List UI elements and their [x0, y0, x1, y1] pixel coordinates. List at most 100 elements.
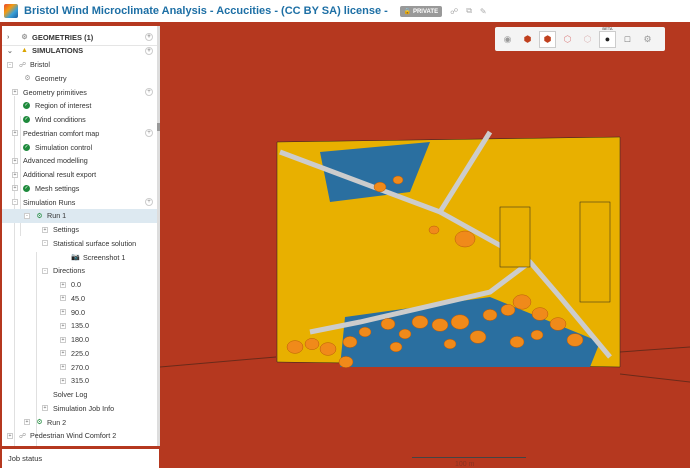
add-icon[interactable]: +: [145, 33, 153, 41]
tree-item-label: Solver Log: [53, 390, 88, 399]
wireframe-icon[interactable]: ⬡: [559, 31, 576, 48]
tree-canopy: [358, 326, 372, 338]
tree-canopy: [549, 317, 567, 331]
expand-toggle[interactable]: +: [12, 157, 18, 164]
add-icon[interactable]: +: [145, 88, 153, 96]
check-icon: ✓: [23, 102, 30, 110]
expand-toggle[interactable]: +: [42, 226, 48, 233]
edit-icon[interactable]: ✎: [480, 7, 487, 16]
tree-item[interactable]: - Simulation Runs +: [2, 195, 157, 209]
tree-item[interactable]: + ⚙ Run 2: [2, 415, 157, 429]
job-status-panel[interactable]: Job status: [2, 449, 159, 468]
expand-toggle[interactable]: -: [42, 240, 48, 247]
tree-item[interactable]: +135.0: [2, 319, 157, 333]
expand-toggle[interactable]: +: [60, 322, 66, 329]
tree-item[interactable]: 📷 Screenshot 1: [2, 250, 157, 264]
expand-toggle[interactable]: +: [60, 364, 66, 370]
expand-toggle[interactable]: +: [60, 350, 66, 357]
expand-toggle[interactable]: +: [12, 185, 18, 192]
camera-icon: 📷: [71, 254, 80, 261]
tree-item-label: Advanced modelling: [23, 156, 88, 166]
expand-toggle[interactable]: -: [12, 199, 18, 205]
expand-toggle[interactable]: +: [24, 419, 30, 425]
tree-item[interactable]: + ✓ Mesh settings: [2, 181, 157, 195]
tree-item[interactable]: + Geometry primitives +: [2, 85, 157, 99]
tree-item[interactable]: ⚙ Geometry: [2, 71, 157, 85]
3d-viewport[interactable]: [160, 22, 690, 468]
settings-icon[interactable]: ⚙: [639, 31, 656, 48]
tree-item[interactable]: +45.0: [2, 291, 157, 305]
expand-toggle[interactable]: -: [42, 267, 48, 274]
tree-item[interactable]: + Advanced modelling: [2, 154, 157, 168]
tree-item[interactable]: + Additional result export: [2, 168, 157, 182]
expand-toggle[interactable]: +: [12, 130, 18, 137]
expand-toggle[interactable]: +: [60, 295, 66, 302]
tree-item[interactable]: +180.0: [2, 333, 157, 347]
tree-item[interactable]: - ☍ Bristol: [2, 58, 157, 72]
tree-canopy: [469, 330, 487, 344]
reset-view-icon[interactable]: ◉: [499, 31, 516, 48]
tree-item[interactable]: + ☍ Pedestrian Wind Comfort 2: [2, 429, 157, 443]
tree-item-label: Bristol: [30, 60, 50, 69]
tree-scrollbar[interactable]: [157, 26, 160, 446]
tree-canopy: [500, 304, 516, 316]
chevron-icon[interactable]: ⌄: [7, 47, 15, 55]
tree-item[interactable]: - Statistical surface solution: [2, 236, 157, 250]
copy-icon[interactable]: ⧉: [466, 6, 472, 16]
tree-item-label: Simulation Runs: [23, 197, 76, 207]
tree-item[interactable]: › ⚙ GEOMETRIES (1) +: [2, 30, 157, 44]
tree-canopy: [566, 333, 584, 347]
tree-item-label: 45.0: [71, 293, 85, 303]
expand-toggle[interactable]: +: [12, 171, 18, 178]
tree-canopy: [428, 225, 440, 235]
tree-item[interactable]: + Settings: [2, 223, 157, 237]
tree-item-label: Mesh settings: [35, 183, 80, 193]
probe-point-icon[interactable]: BETA ●: [599, 26, 616, 48]
expand-toggle[interactable]: +: [60, 336, 66, 343]
simulation-icon: ☍: [18, 432, 27, 440]
chevron-icon[interactable]: ›: [7, 34, 15, 41]
expand-toggle[interactable]: +: [60, 309, 66, 315]
expand-toggle[interactable]: +: [7, 432, 13, 439]
tree-item[interactable]: +315.0: [2, 374, 157, 388]
expand-toggle[interactable]: +: [60, 377, 66, 384]
solid-view-icon[interactable]: ⬢: [519, 31, 536, 48]
tree-item-label: Run 1: [47, 211, 67, 221]
tree-canopy: [512, 294, 532, 310]
tree-item[interactable]: ✓ Region of interest: [2, 99, 157, 113]
tree-canopy: [389, 341, 403, 353]
expand-toggle[interactable]: -: [24, 212, 30, 219]
tree-item[interactable]: +90.0: [2, 305, 157, 319]
share-icon[interactable]: ☍: [450, 7, 458, 16]
add-icon[interactable]: +: [145, 198, 153, 206]
tree-canopy: [509, 336, 525, 348]
tree-item-label: 90.0: [71, 307, 85, 317]
tree-item[interactable]: ✓ Wind conditions: [2, 113, 157, 127]
scale-label: 100 m: [455, 461, 475, 468]
expand-toggle[interactable]: +: [60, 281, 66, 288]
app-logo[interactable]: [4, 4, 18, 18]
tree-item[interactable]: Solver Log: [2, 388, 157, 402]
solid-edges-view-icon[interactable]: ⬢: [539, 30, 556, 48]
box-select-icon[interactable]: □: [619, 31, 636, 48]
tree-item[interactable]: + Pedestrian comfort map +: [2, 126, 157, 140]
transparent-icon[interactable]: ⬡: [579, 31, 596, 48]
tree-item-label: Geometry primitives: [23, 87, 87, 97]
run-gears-icon: ⚙: [36, 212, 43, 220]
expand-toggle[interactable]: +: [42, 405, 48, 412]
add-icon[interactable]: +: [145, 46, 153, 55]
tree-item[interactable]: + Simulation Job Info: [2, 401, 157, 415]
tree-item[interactable]: ⌄ ▲ SIMULATIONS +: [2, 44, 157, 58]
tree-item[interactable]: - Directions: [2, 264, 157, 278]
tree-canopy: [392, 175, 404, 185]
expand-toggle[interactable]: +: [12, 89, 18, 95]
tree-item[interactable]: +0.0: [2, 278, 157, 292]
expand-toggle[interactable]: -: [7, 61, 13, 68]
tree-item[interactable]: - ⚙ Run 1: [2, 208, 157, 223]
tree-canopy: [530, 329, 544, 341]
tree-item[interactable]: +270.0: [2, 360, 157, 374]
tree-item-label: Screenshot 1: [83, 252, 126, 262]
tree-item[interactable]: ✓ Simulation control: [2, 140, 157, 154]
tree-item[interactable]: +225.0: [2, 346, 157, 360]
add-icon[interactable]: +: [145, 129, 153, 138]
